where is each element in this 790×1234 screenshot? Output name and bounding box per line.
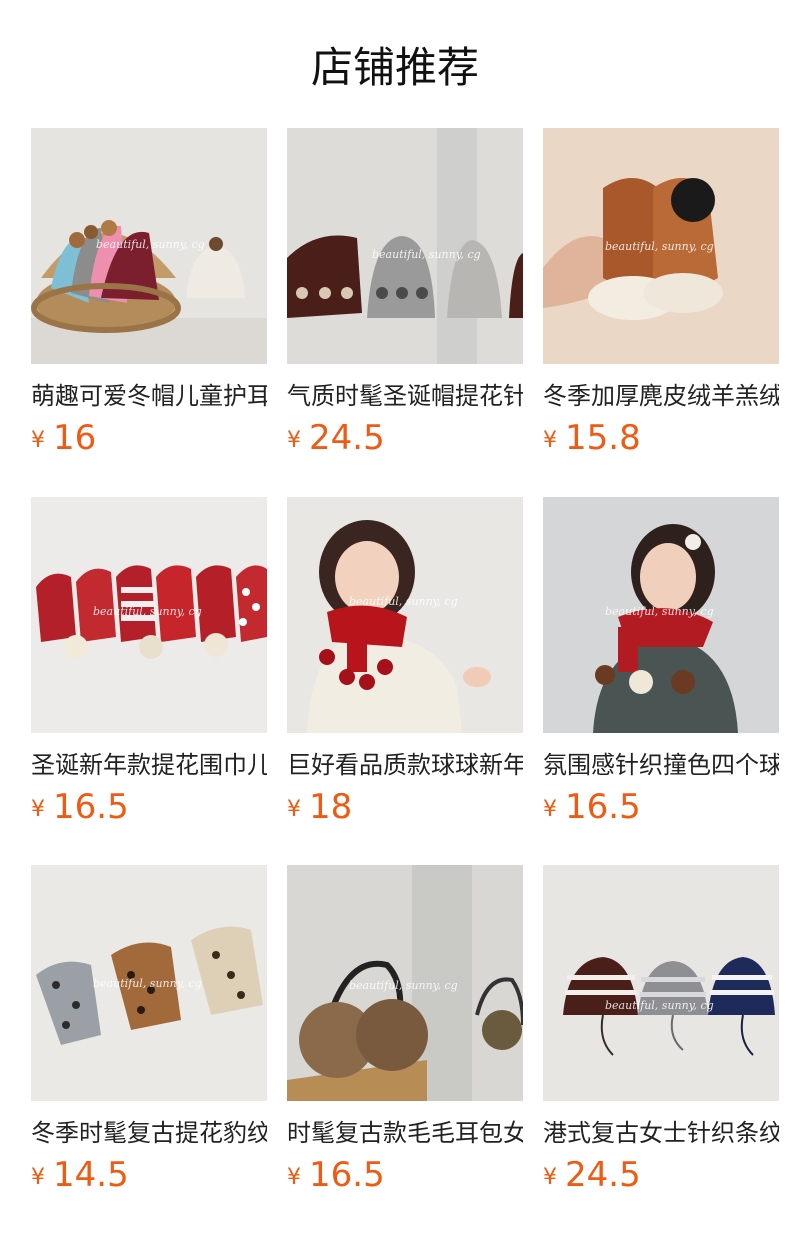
product-card[interactable]: beautiful, sunny, cg 冬季加厚麂皮绒羊羔绒 ¥15.8: [543, 128, 779, 468]
product-price: ¥14.5: [31, 1153, 129, 1197]
product-price: ¥24.5: [287, 416, 385, 460]
product-card[interactable]: beautiful, sunny, cg 巨好看品质款球球新年 ¥18: [287, 497, 523, 837]
currency-symbol: ¥: [287, 1165, 301, 1190]
product-image[interactable]: beautiful, sunny, cg: [287, 128, 523, 364]
currency-symbol: ¥: [543, 1165, 557, 1190]
product-card[interactable]: beautiful, sunny, cg 萌趣可爱冬帽儿童护耳 ¥16: [31, 128, 267, 468]
price-value: 24.5: [565, 1155, 641, 1195]
product-image[interactable]: beautiful, sunny, cg: [31, 497, 267, 733]
watermark: beautiful, sunny, cg: [605, 999, 714, 1012]
price-value: 16.5: [309, 1155, 385, 1195]
currency-symbol: ¥: [31, 428, 45, 453]
product-price: ¥18: [287, 785, 352, 829]
product-image[interactable]: beautiful, sunny, cg: [287, 497, 523, 733]
product-card[interactable]: beautiful, sunny, cg 氛围感针织撞色四个球 ¥16.5: [543, 497, 779, 837]
product-price: ¥16.5: [287, 1153, 385, 1197]
watermark: beautiful, sunny, cg: [349, 595, 458, 608]
product-name[interactable]: 气质时髦圣诞帽提花针织: [287, 380, 523, 412]
product-image[interactable]: beautiful, sunny, cg: [31, 865, 267, 1101]
watermark: beautiful, sunny, cg: [372, 248, 481, 261]
currency-symbol: ¥: [287, 797, 301, 822]
product-name[interactable]: 冬季加厚麂皮绒羊羔绒: [543, 380, 779, 412]
currency-symbol: ¥: [287, 428, 301, 453]
product-image[interactable]: beautiful, sunny, cg: [543, 497, 779, 733]
product-card[interactable]: beautiful, sunny, cg 冬季时髦复古提花豹纹 ¥14.5: [31, 865, 267, 1205]
product-name[interactable]: 时髦复古款毛毛耳包女: [287, 1117, 523, 1149]
page-title: 店铺推荐: [310, 43, 479, 92]
product-image[interactable]: beautiful, sunny, cg: [31, 128, 267, 364]
product-price: ¥16.5: [543, 785, 641, 829]
watermark: beautiful, sunny, cg: [605, 605, 714, 618]
price-value: 24.5: [309, 418, 385, 458]
product-image[interactable]: beautiful, sunny, cg: [543, 865, 779, 1101]
watermark: beautiful, sunny, cg: [96, 238, 205, 251]
price-value: 18: [309, 787, 353, 827]
product-price: ¥16.5: [31, 785, 129, 829]
price-value: 16: [53, 418, 97, 458]
price-value: 16.5: [565, 787, 641, 827]
product-name[interactable]: 港式复古女士针织条纹: [543, 1117, 779, 1149]
currency-symbol: ¥: [543, 797, 557, 822]
currency-symbol: ¥: [31, 1165, 45, 1190]
currency-symbol: ¥: [31, 797, 45, 822]
currency-symbol: ¥: [543, 428, 557, 453]
product-grid: beautiful, sunny, cg 萌趣可爱冬帽儿童护耳 ¥16 beau…: [31, 128, 790, 1208]
price-value: 15.8: [565, 418, 641, 458]
watermark: beautiful, sunny, cg: [349, 979, 458, 992]
price-value: 14.5: [53, 1155, 129, 1195]
product-image[interactable]: beautiful, sunny, cg: [543, 128, 779, 364]
product-price: ¥15.8: [543, 416, 641, 460]
product-image[interactable]: beautiful, sunny, cg: [287, 865, 523, 1101]
product-price: ¥24.5: [543, 1153, 641, 1197]
product-name[interactable]: 圣诞新年款提花围巾儿: [31, 749, 267, 781]
product-name[interactable]: 氛围感针织撞色四个球: [543, 749, 779, 781]
product-card[interactable]: beautiful, sunny, cg 港式复古女士针织条纹 ¥24.5: [543, 865, 779, 1205]
product-card[interactable]: beautiful, sunny, cg 气质时髦圣诞帽提花针织 ¥24.5: [287, 128, 523, 468]
product-name[interactable]: 萌趣可爱冬帽儿童护耳: [31, 380, 267, 412]
product-price: ¥16: [31, 416, 96, 460]
product-card[interactable]: beautiful, sunny, cg 时髦复古款毛毛耳包女 ¥16.5: [287, 865, 523, 1205]
product-name[interactable]: 冬季时髦复古提花豹纹: [31, 1117, 267, 1149]
watermark: beautiful, sunny, cg: [605, 240, 714, 253]
product-card[interactable]: beautiful, sunny, cg 圣诞新年款提花围巾儿 ¥16.5: [31, 497, 267, 837]
watermark: beautiful, sunny, cg: [93, 977, 202, 990]
price-value: 16.5: [53, 787, 129, 827]
watermark: beautiful, sunny, cg: [93, 605, 202, 618]
product-name[interactable]: 巨好看品质款球球新年: [287, 749, 523, 781]
